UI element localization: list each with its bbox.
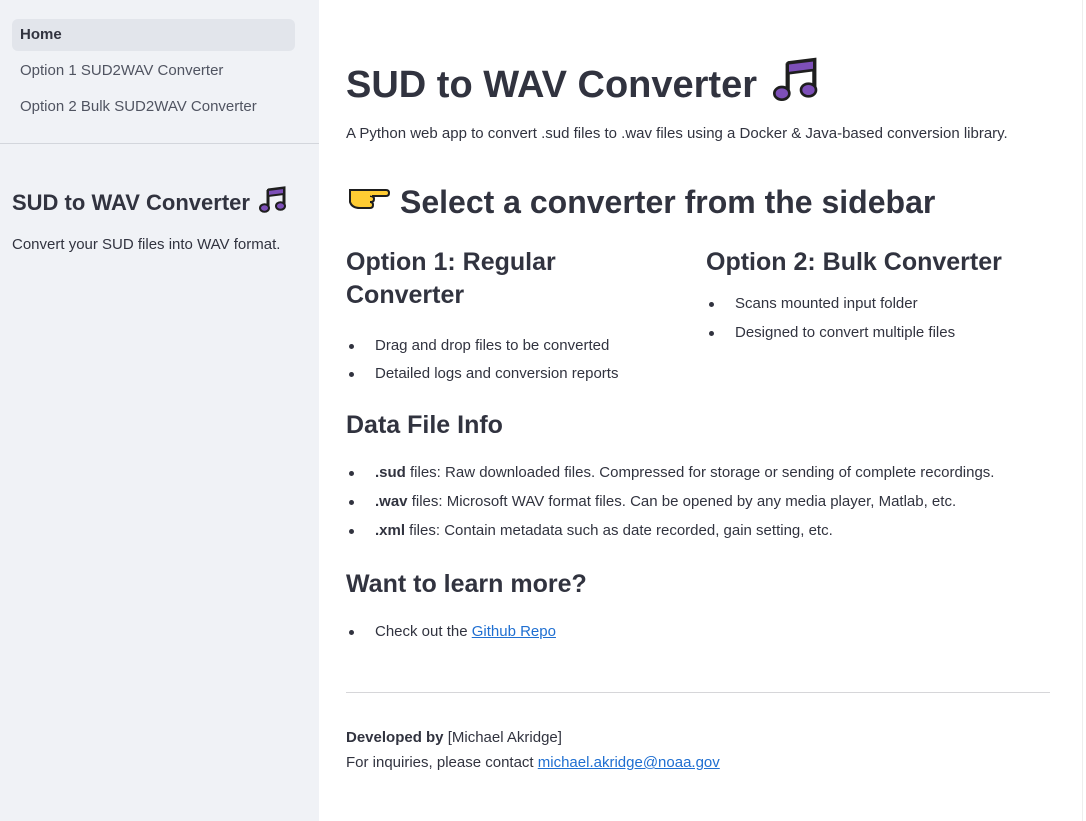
- file-ext: .sud: [375, 464, 406, 481]
- file-desc: files: Contain metadata such as date rec…: [405, 522, 833, 539]
- option2-heading: Option 2: Bulk Converter: [706, 248, 1002, 276]
- file-desc: files: Raw downloaded files. Compressed …: [405, 464, 995, 481]
- contact-email-link[interactable]: michael.akridge@noaa.gov: [538, 754, 720, 771]
- sidebar-title: SUD to WAV Converter: [12, 186, 288, 220]
- list-item: Detailed logs and conversion reports: [346, 364, 656, 384]
- scrollbar-track[interactable]: [1082, 0, 1086, 821]
- music-note-icon: [258, 186, 288, 220]
- github-repo-link[interactable]: Github Repo: [472, 623, 556, 640]
- sidebar-divider: [0, 143, 319, 144]
- select-heading: Select a converter from the sidebar: [346, 182, 935, 222]
- learn-more-prefix: Check out the: [375, 623, 472, 640]
- list-item: .xml files: Contain metadata such as dat…: [346, 521, 1050, 541]
- footer-contact: For inquiries, please contact michael.ak…: [346, 754, 720, 771]
- page-title-text: SUD to WAV Converter: [346, 63, 758, 106]
- footer-divider: [346, 692, 1050, 693]
- data-info-list: .sud files: Raw downloaded files. Compre…: [346, 463, 1050, 550]
- developed-by-label: Developed by: [346, 729, 444, 746]
- sidebar-nav: Home Option 1 SUD2WAV Converter Option 2…: [12, 19, 295, 127]
- page-subtitle: A Python web app to convert .sud files t…: [346, 125, 1008, 142]
- contact-prefix: For inquiries, please contact: [346, 754, 538, 771]
- sidebar-item-option1[interactable]: Option 1 SUD2WAV Converter: [12, 55, 295, 87]
- learn-more-list: Check out the Github Repo: [346, 622, 556, 642]
- music-note-icon: [771, 55, 821, 115]
- pointing-hand-icon: [346, 182, 391, 222]
- option1-column: Option 1: Regular Converter Drag and dro…: [346, 246, 656, 392]
- list-item: Drag and drop files to be converted: [346, 336, 656, 356]
- learn-more-heading: Want to learn more?: [346, 570, 587, 598]
- data-info-heading: Data File Info: [346, 411, 503, 439]
- list-item: .wav files: Microsoft WAV format files. …: [346, 492, 1050, 512]
- page-title: SUD to WAV Converter: [346, 55, 821, 115]
- option2-list: Scans mounted input folder Designed to c…: [706, 294, 1050, 343]
- file-ext: .wav: [375, 493, 408, 510]
- file-desc: files: Microsoft WAV format files. Can b…: [407, 493, 957, 510]
- list-item: .sud files: Raw downloaded files. Compre…: [346, 463, 1050, 483]
- footer-developer: Developed by [Michael Akridge]: [346, 729, 562, 746]
- sidebar-item-home[interactable]: Home: [12, 19, 295, 51]
- option1-list: Drag and drop files to be converted Deta…: [346, 336, 656, 384]
- developer-name: [Michael Akridge]: [443, 729, 562, 746]
- select-heading-text: Select a converter from the sidebar: [400, 183, 936, 220]
- list-item: Scans mounted input folder: [706, 294, 1050, 314]
- sidebar-description: Convert your SUD files into WAV format.: [12, 236, 281, 253]
- sidebar-item-option2[interactable]: Option 2 Bulk SUD2WAV Converter: [12, 91, 295, 123]
- option2-column: Option 2: Bulk Converter Scans mounted i…: [706, 246, 1050, 352]
- sidebar: Home Option 1 SUD2WAV Converter Option 2…: [0, 0, 319, 821]
- list-item: Designed to convert multiple files: [706, 323, 1050, 343]
- file-ext: .xml: [375, 522, 406, 539]
- option1-heading: Option 1: Regular Converter: [346, 248, 556, 309]
- list-item: Check out the Github Repo: [346, 622, 556, 642]
- sidebar-title-text: SUD to WAV Converter: [12, 190, 250, 215]
